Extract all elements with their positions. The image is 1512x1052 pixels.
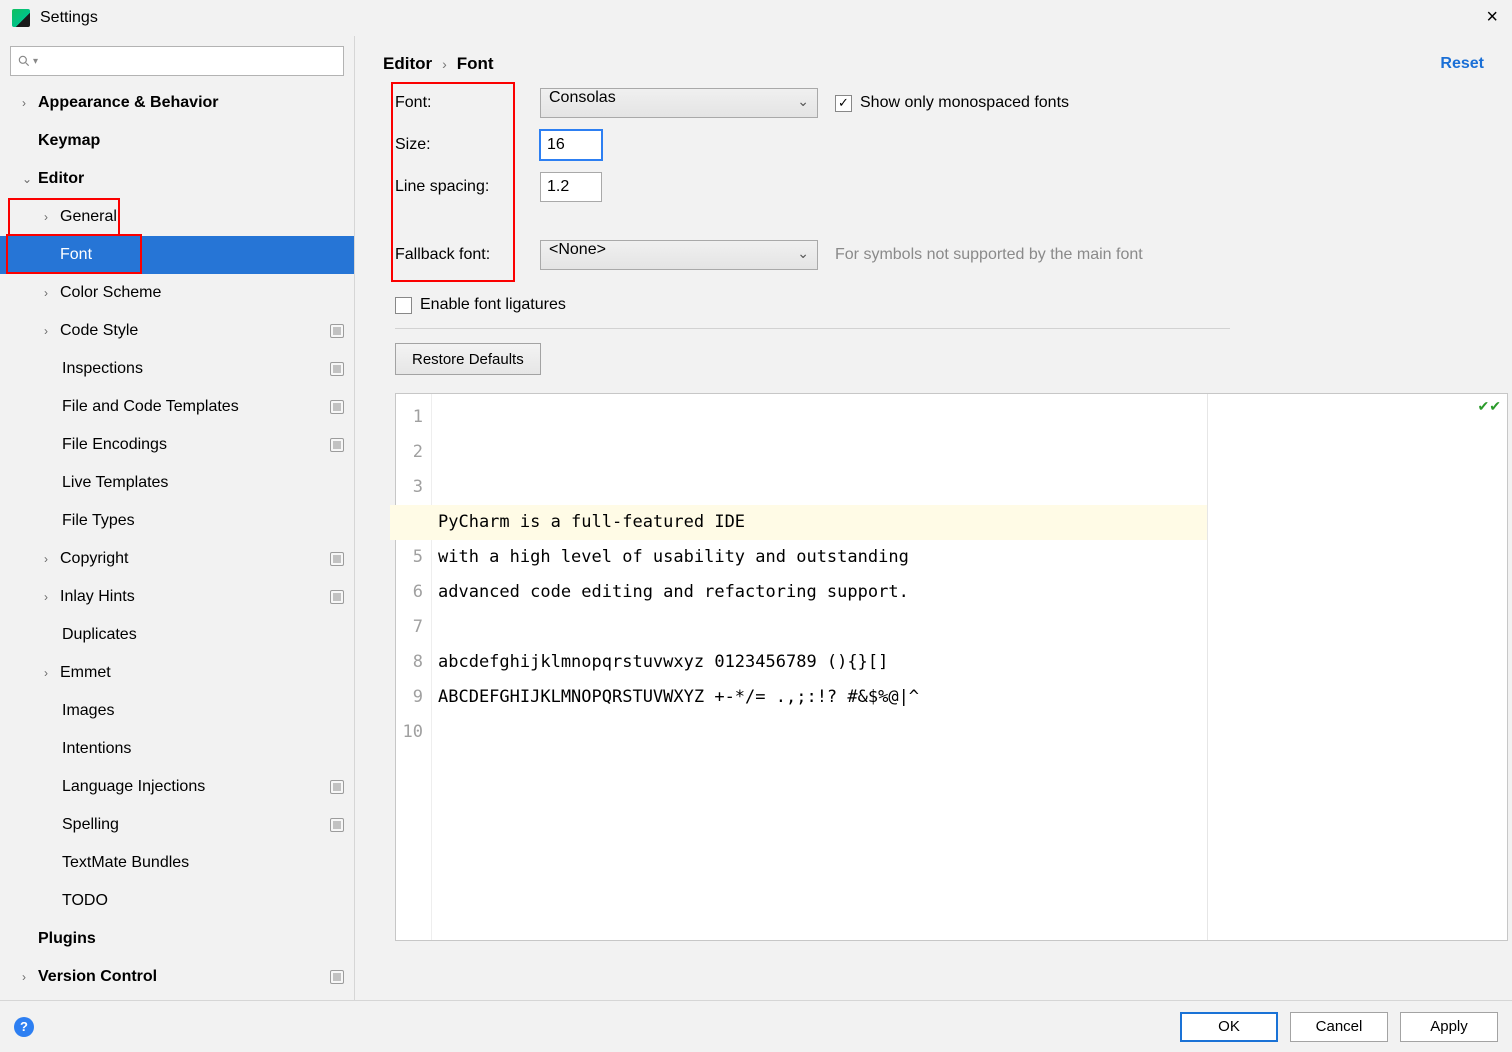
- chevron-right-icon: ›: [44, 590, 60, 604]
- mono-only-checkbox[interactable]: ✓: [835, 95, 852, 112]
- sidebar-item-version-control[interactable]: › Version Control: [0, 958, 354, 996]
- preview-code[interactable]: PyCharm is a full-featured IDE with a hi…: [432, 394, 1207, 940]
- settings-sidebar: ▾ › Appearance & Behavior Keymap ⌄ Edito…: [0, 36, 355, 1000]
- search-icon: [17, 54, 31, 68]
- mono-only-label: Show only monospaced fonts: [860, 94, 1069, 112]
- line-spacing-input[interactable]: [540, 172, 602, 202]
- inspection-ok-icon: ✔✔: [1478, 398, 1501, 415]
- sidebar-item-textmate[interactable]: TextMate Bundles: [0, 844, 354, 882]
- font-select[interactable]: Consolas: [540, 88, 818, 118]
- title-bar: Settings ×: [0, 0, 1512, 36]
- chevron-right-icon: ›: [44, 210, 60, 224]
- fallback-font-label: Fallback font:: [395, 246, 530, 264]
- breadcrumb-leaf: Font: [457, 54, 494, 74]
- sidebar-item-inlay-hints[interactable]: › Inlay Hints: [0, 578, 354, 616]
- chevron-right-icon: ›: [22, 970, 38, 984]
- line-spacing-label: Line spacing:: [395, 178, 530, 196]
- sidebar-item-todo[interactable]: TODO: [0, 882, 354, 920]
- breadcrumb: Editor › Font Reset: [355, 36, 1512, 84]
- preview-gutter: 1 2 3 4 5 6 7 8 9 10: [396, 394, 432, 940]
- sidebar-item-color-scheme[interactable]: › Color Scheme: [0, 274, 354, 312]
- project-scheme-icon: [330, 438, 344, 452]
- project-scheme-icon: [330, 324, 344, 338]
- dialog-button-bar: ? OK Cancel Apply: [0, 1000, 1512, 1052]
- sidebar-item-file-code-templates[interactable]: File and Code Templates: [0, 388, 354, 426]
- sidebar-item-emmet[interactable]: › Emmet: [0, 654, 354, 692]
- size-input[interactable]: [540, 130, 602, 160]
- chevron-right-icon: ›: [442, 56, 447, 72]
- chevron-right-icon: ›: [44, 286, 60, 300]
- sidebar-item-file-encodings[interactable]: File Encodings: [0, 426, 354, 464]
- restore-defaults-button[interactable]: Restore Defaults: [395, 343, 541, 375]
- sidebar-item-plugins[interactable]: Plugins: [0, 920, 354, 958]
- help-icon[interactable]: ?: [14, 1017, 34, 1037]
- settings-main-panel: Editor › Font Reset Font: Consolas ✓ Sho…: [355, 36, 1512, 1000]
- sidebar-item-images[interactable]: Images: [0, 692, 354, 730]
- sidebar-item-general[interactable]: › General: [0, 198, 354, 236]
- project-scheme-icon: [330, 970, 344, 984]
- apply-button[interactable]: Apply: [1400, 1012, 1498, 1042]
- breadcrumb-root[interactable]: Editor: [383, 54, 432, 74]
- sidebar-item-font[interactable]: Font: [0, 236, 354, 274]
- sidebar-item-duplicates[interactable]: Duplicates: [0, 616, 354, 654]
- sidebar-item-file-types[interactable]: File Types: [0, 502, 354, 540]
- ligatures-label: Enable font ligatures: [420, 296, 566, 314]
- chevron-right-icon: ›: [44, 666, 60, 680]
- chevron-right-icon: ›: [44, 324, 60, 338]
- project-scheme-icon: [330, 780, 344, 794]
- fallback-hint: For symbols not supported by the main fo…: [835, 246, 1484, 264]
- size-label: Size:: [395, 136, 530, 154]
- sidebar-item-inspections[interactable]: Inspections: [0, 350, 354, 388]
- window-title: Settings: [40, 9, 98, 27]
- project-scheme-icon: [330, 818, 344, 832]
- close-icon[interactable]: ×: [1486, 6, 1498, 29]
- sidebar-item-code-style[interactable]: › Code Style: [0, 312, 354, 350]
- font-preview: 1 2 3 4 5 6 7 8 9 10 PyCharm is a full-f…: [395, 393, 1508, 941]
- app-icon: [12, 9, 30, 27]
- settings-search[interactable]: ▾: [10, 46, 344, 76]
- project-scheme-icon: [330, 552, 344, 566]
- sidebar-item-editor[interactable]: ⌄ Editor: [0, 160, 354, 198]
- sidebar-item-spelling[interactable]: Spelling: [0, 806, 354, 844]
- font-label: Font:: [395, 94, 530, 112]
- settings-search-input[interactable]: [42, 53, 337, 69]
- sidebar-item-appearance-behavior[interactable]: › Appearance & Behavior: [0, 84, 354, 122]
- ok-button[interactable]: OK: [1180, 1012, 1278, 1042]
- sidebar-item-copyright[interactable]: › Copyright: [0, 540, 354, 578]
- chevron-right-icon: ›: [44, 552, 60, 566]
- sidebar-item-live-templates[interactable]: Live Templates: [0, 464, 354, 502]
- project-scheme-icon: [330, 400, 344, 414]
- settings-tree: › Appearance & Behavior Keymap ⌄ Editor …: [0, 84, 354, 1000]
- ligatures-checkbox[interactable]: [395, 297, 412, 314]
- sidebar-item-intentions[interactable]: Intentions: [0, 730, 354, 768]
- chevron-right-icon: ›: [22, 96, 38, 110]
- reset-link[interactable]: Reset: [1440, 55, 1484, 73]
- divider: [395, 328, 1230, 329]
- sidebar-item-language-injections[interactable]: Language Injections: [0, 768, 354, 806]
- cancel-button[interactable]: Cancel: [1290, 1012, 1388, 1042]
- sidebar-item-keymap[interactable]: Keymap: [0, 122, 354, 160]
- search-history-dropdown-icon[interactable]: ▾: [33, 56, 38, 67]
- project-scheme-icon: [330, 362, 344, 376]
- project-scheme-icon: [330, 590, 344, 604]
- chevron-down-icon: ⌄: [22, 172, 38, 186]
- preview-right-gutter: ✔✔: [1207, 394, 1507, 940]
- fallback-font-select[interactable]: <None>: [540, 240, 818, 270]
